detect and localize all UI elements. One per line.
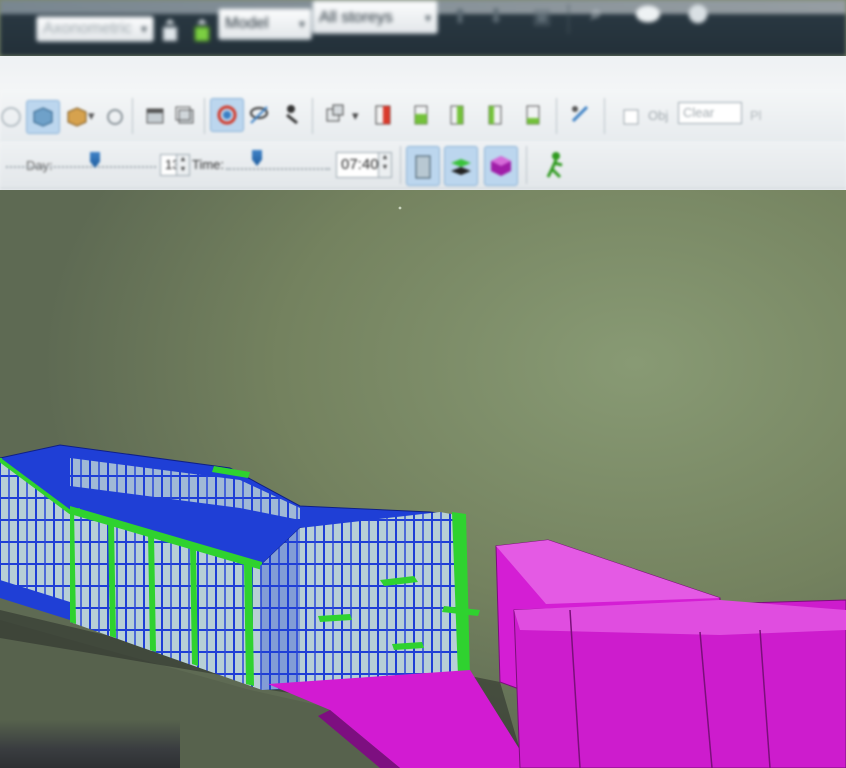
3d-viewport[interactable]: [0, 190, 846, 768]
obj-label: Obj: [648, 108, 669, 123]
shadow-view-button[interactable]: [444, 146, 478, 186]
storey-select-value: All storeys: [319, 9, 393, 26]
clear-field[interactable]: Clear: [678, 102, 742, 124]
cube-up-icon[interactable]: [156, 16, 184, 44]
tools-toolbar: ▾ ▾ Obj Clear Pl: [0, 90, 846, 142]
circle-icon[interactable]: [0, 100, 28, 134]
pl-label: Pl: [750, 108, 762, 123]
separator: [312, 98, 313, 134]
window-icon[interactable]: [138, 98, 172, 132]
section-red-icon[interactable]: [366, 98, 400, 132]
model-dropdown[interactable]: Model ▾: [218, 8, 312, 40]
settings-icon[interactable]: [98, 100, 132, 134]
model-select-value: Model: [225, 15, 269, 32]
day-slider-track[interactable]: [6, 166, 156, 168]
chevron-down-icon: ▾: [140, 22, 147, 36]
volume-view-button[interactable]: [484, 146, 518, 186]
measure-icon[interactable]: [564, 98, 598, 132]
time-slider-thumb[interactable]: [252, 150, 262, 166]
render-icon[interactable]: [634, 0, 662, 28]
view-mode-dropdown[interactable]: Axonometric ▾: [36, 16, 154, 42]
separator: [132, 98, 133, 134]
arrow-up-icon[interactable]: ⬆: [446, 2, 474, 30]
day-spinner[interactable]: 13 ▲ ▼: [160, 154, 190, 176]
spinner-arrows-icon[interactable]: ▲ ▼: [378, 153, 391, 177]
walk-green-icon[interactable]: [538, 148, 572, 182]
application-window: Axonometric ▾ Model ▾ All storeys ▾ ⬆ ⬇ …: [0, 0, 846, 768]
sun-toolbar: Day: 13 ▲ ▼ Time: 07:40 ▲ ▼: [0, 142, 846, 189]
dropdown-arrow-icon[interactable]: ▾: [88, 108, 95, 124]
chevron-down-icon: ▾: [298, 17, 305, 31]
top-toolbar: Axonometric ▾ Model ▾ All storeys ▾ ⬆ ⬇ …: [0, 0, 846, 56]
time-spinner[interactable]: 07:40 ▲ ▼: [336, 152, 392, 178]
floor-green-icon-3[interactable]: [478, 98, 512, 132]
clip-icon[interactable]: [318, 98, 352, 132]
time-label: Time:: [192, 157, 225, 172]
lighting-icon[interactable]: [684, 0, 712, 28]
walk-icon[interactable]: [276, 98, 310, 132]
floor-green-icon-2[interactable]: [440, 98, 474, 132]
cube-view-button[interactable]: [26, 100, 60, 134]
building-view-button[interactable]: [406, 146, 440, 186]
look-icon[interactable]: [242, 98, 276, 132]
copy-window-icon[interactable]: [168, 98, 202, 132]
time-slider-track[interactable]: [226, 168, 330, 170]
time-value: 07:40: [341, 156, 379, 173]
save-icon[interactable]: ▣: [528, 2, 556, 30]
orbit-button[interactable]: [210, 98, 244, 132]
dropdown-arrow-icon[interactable]: ▾: [352, 108, 359, 124]
floor-green-icon-4[interactable]: [516, 98, 550, 132]
separator: [568, 4, 569, 34]
storey-dropdown[interactable]: All storeys ▾: [312, 0, 438, 34]
separator: [556, 98, 557, 134]
separator: [526, 146, 527, 184]
dust-speck: [398, 206, 402, 210]
clear-label: Clear: [683, 105, 715, 120]
separator: [400, 146, 401, 184]
checkbox-icon[interactable]: [614, 100, 648, 134]
cube-down-icon[interactable]: [188, 16, 216, 44]
separator: [604, 98, 605, 134]
floor-green-icon-1[interactable]: [404, 98, 438, 132]
monitor-bezel: [0, 720, 180, 768]
view-mode-value: Axonometric: [43, 20, 132, 37]
spinner-arrows-icon[interactable]: ▲ ▼: [176, 155, 189, 175]
chevron-down-icon: ▾: [424, 11, 431, 25]
arrow-down-icon[interactable]: ⬇: [482, 2, 510, 30]
zoom-icon[interactable]: ⌕: [582, 0, 610, 28]
separator: [204, 98, 205, 134]
